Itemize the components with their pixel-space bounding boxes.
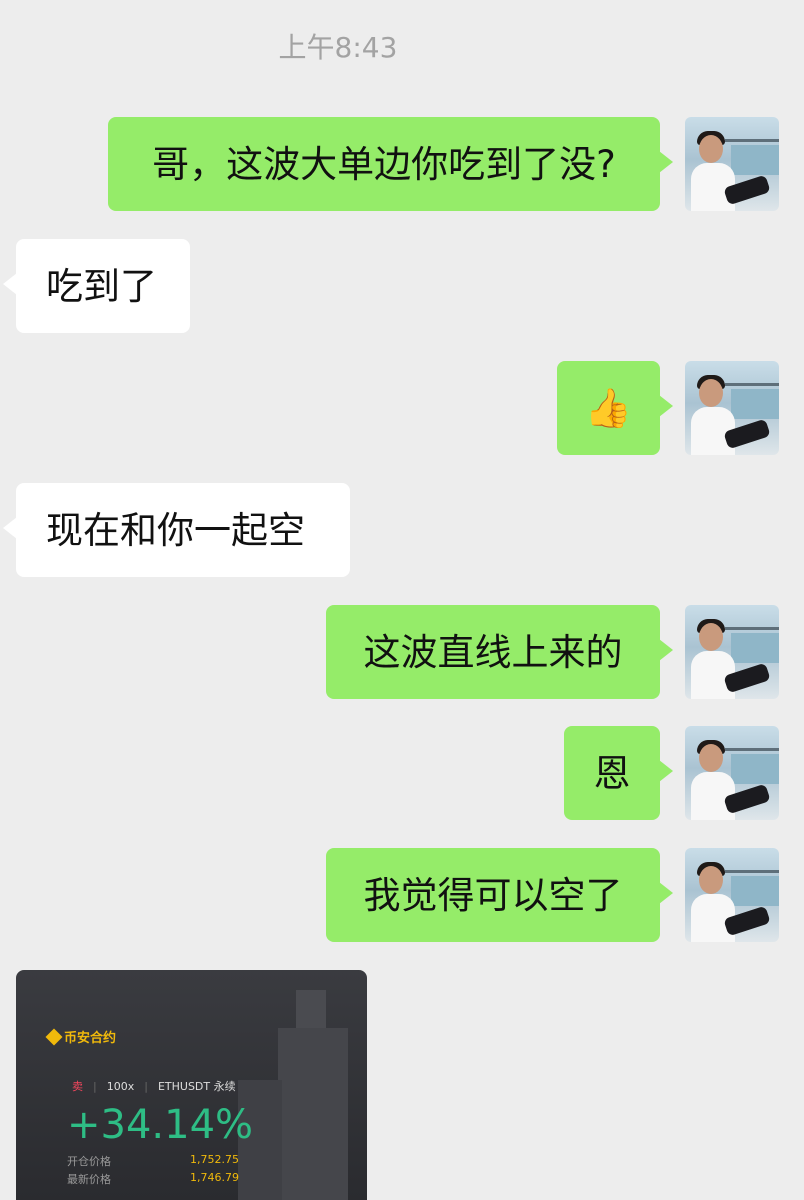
last-price-label: 最新价格: [67, 1173, 111, 1186]
trade-screenshot-card[interactable]: 币安合约 卖 | 100x | ETHUSDT 永续 +34.14% 开仓价格 …: [16, 970, 367, 1200]
sender-avatar[interactable]: [685, 726, 779, 820]
sender-avatar[interactable]: [685, 848, 779, 942]
message-text: 恩: [593, 751, 631, 795]
outgoing-message[interactable]: 哥，这波大单边你吃到了没?: [108, 117, 673, 211]
sender-avatar[interactable]: [685, 361, 779, 455]
binance-logo-icon: [45, 1028, 63, 1045]
sender-avatar[interactable]: [685, 605, 779, 699]
pnl-percent: +34.14%: [67, 1102, 254, 1148]
outgoing-message[interactable]: 恩: [564, 726, 673, 820]
message-text: 这波直线上来的: [363, 630, 623, 674]
thumbs-up-icon: 👍: [584, 386, 633, 430]
position-side: 卖: [72, 1080, 83, 1093]
last-price-row: 最新价格 1,746.79: [67, 1171, 239, 1187]
outgoing-message[interactable]: 👍: [557, 361, 673, 455]
message-text: 吃到了: [46, 264, 157, 308]
incoming-message[interactable]: 现在和你一起空: [3, 483, 350, 577]
message-text: 哥，这波大单边你吃到了没?: [152, 142, 616, 186]
entry-price-row: 开仓价格 1,752.75: [67, 1153, 239, 1169]
message-text: 现在和你一起空: [46, 508, 305, 552]
brand-header: 币安合约: [45, 1027, 117, 1046]
brand-name: 币安合约: [64, 1031, 117, 1046]
leverage: 100x: [106, 1079, 135, 1093]
message-timestamp: 上午8:43: [278, 31, 398, 64]
symbol: ETHUSDT 永续: [157, 1080, 236, 1093]
message-text: 我觉得可以空了: [363, 873, 623, 917]
incoming-message[interactable]: 吃到了: [3, 239, 190, 333]
entry-price-label: 开仓价格: [67, 1155, 111, 1168]
entry-price-value: 1,752.75: [190, 1153, 239, 1166]
position-meta: 卖 | 100x | ETHUSDT 永续: [72, 1079, 236, 1094]
outgoing-message[interactable]: 我觉得可以空了: [326, 848, 673, 942]
outgoing-message[interactable]: 这波直线上来的: [326, 605, 673, 699]
sender-avatar[interactable]: [685, 117, 779, 211]
last-price-value: 1,746.79: [190, 1171, 239, 1184]
